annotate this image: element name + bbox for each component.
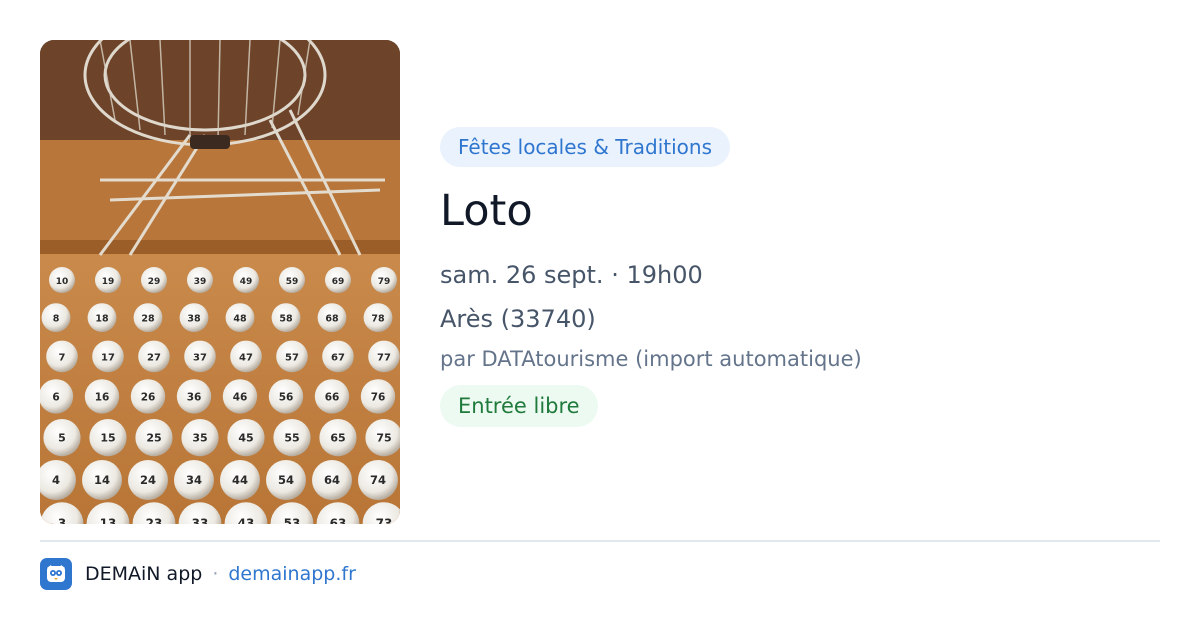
bingo-ball-number: 57 [285, 352, 299, 363]
bingo-ball-number: 65 [330, 432, 345, 445]
bingo-ball-number: 59 [286, 277, 299, 287]
bingo-ball-number: 79 [378, 277, 391, 287]
bingo-ball-number: 68 [325, 314, 339, 325]
bingo-ball-number: 28 [141, 314, 155, 325]
bingo-ball-number: 77 [377, 352, 391, 363]
bingo-ball-number: 75 [376, 432, 391, 445]
bingo-ball-number: 34 [186, 473, 202, 487]
bingo-ball-number: 43 [238, 517, 255, 524]
bingo-ball-number: 5 [58, 432, 66, 445]
bingo-ball-number: 6 [52, 391, 59, 403]
bingo-ball-number: 25 [146, 432, 161, 445]
event-datetime: sam. 26 sept. · 19h00 [440, 261, 703, 289]
demain-owl-icon [40, 558, 72, 590]
bingo-ball-number: 26 [141, 391, 156, 403]
bingo-ball-number: 55 [284, 432, 299, 445]
bingo-ball-number: 37 [193, 352, 207, 363]
bingo-ball-number: 8 [53, 314, 60, 325]
bingo-ball-number: 38 [187, 314, 201, 325]
bingo-ball-number: 19 [102, 277, 115, 287]
bingo-ball-number: 47 [239, 352, 253, 363]
event-title: Loto [440, 186, 533, 236]
bingo-ball-number: 66 [325, 391, 340, 403]
bingo-ball-number: 29 [148, 277, 161, 287]
price-badge: Entrée libre [440, 385, 598, 427]
bingo-ball-number: 3 [58, 517, 66, 524]
bingo-ball-number: 4 [52, 473, 60, 487]
bingo-ball-number: 15 [100, 432, 115, 445]
bingo-ball-number: 16 [95, 391, 110, 403]
footer-separator: · [212, 563, 219, 585]
bingo-ball-number: 27 [147, 352, 161, 363]
bingo-ball-number: 14 [94, 473, 110, 487]
event-organizer: par DATAtourisme (import automatique) [440, 347, 862, 371]
bingo-ball-number: 13 [100, 517, 117, 524]
bingo-ball-number: 24 [140, 473, 156, 487]
bingo-ball-number: 74 [370, 473, 386, 487]
event-image: 10 19 29 39 49 59 69 79 8 18 28 38 48 58 68 78 7 17 27 37 47… [40, 40, 400, 524]
bingo-ball-number: 17 [101, 352, 115, 363]
bingo-ball-number: 46 [233, 391, 248, 403]
category-badge[interactable]: Fêtes locales & Traditions [440, 127, 731, 167]
bingo-ball-number: 33 [192, 517, 209, 524]
bingo-ball-number: 56 [279, 391, 294, 403]
bingo-ball-number: 73 [376, 517, 393, 524]
bingo-ball-number: 45 [238, 432, 253, 445]
app-name: DEMAiN app [85, 563, 203, 585]
bingo-ball-number: 39 [194, 277, 207, 287]
bingo-balls-photo: 10 19 29 39 49 59 69 798 18 28 38 48 58 68 787 17 27 37 47… [40, 40, 400, 524]
bingo-ball-number: 78 [371, 314, 385, 325]
bingo-ball-number: 53 [284, 517, 301, 524]
bingo-ball-number: 54 [278, 473, 294, 487]
bingo-ball-number: 7 [59, 352, 66, 363]
bingo-ball-number: 48 [233, 314, 247, 325]
footer-divider [40, 540, 1160, 542]
bingo-ball-number: 63 [330, 517, 347, 524]
bingo-ball-number: 18 [95, 314, 109, 325]
bingo-ball-number: 49 [240, 277, 253, 287]
bingo-ball-number: 69 [332, 277, 345, 287]
bingo-ball-number: 64 [324, 473, 340, 487]
bingo-ball-number: 23 [146, 517, 163, 524]
app-website-link[interactable]: demainapp.fr [228, 563, 356, 585]
event-location: Arès (33740) [440, 305, 596, 333]
bingo-ball-number: 76 [371, 391, 386, 403]
bingo-ball-number: 58 [279, 314, 293, 325]
bingo-ball-number: 10 [56, 277, 69, 287]
bingo-ball-number: 36 [187, 391, 202, 403]
event-info: Fêtes locales & Traditions Loto sam. 26 … [440, 127, 1160, 427]
footer: DEMAiN app · demainapp.fr [40, 558, 356, 590]
bingo-ball-number: 35 [192, 432, 207, 445]
bingo-ball-number: 44 [232, 473, 248, 487]
bingo-ball-number: 67 [331, 352, 345, 363]
